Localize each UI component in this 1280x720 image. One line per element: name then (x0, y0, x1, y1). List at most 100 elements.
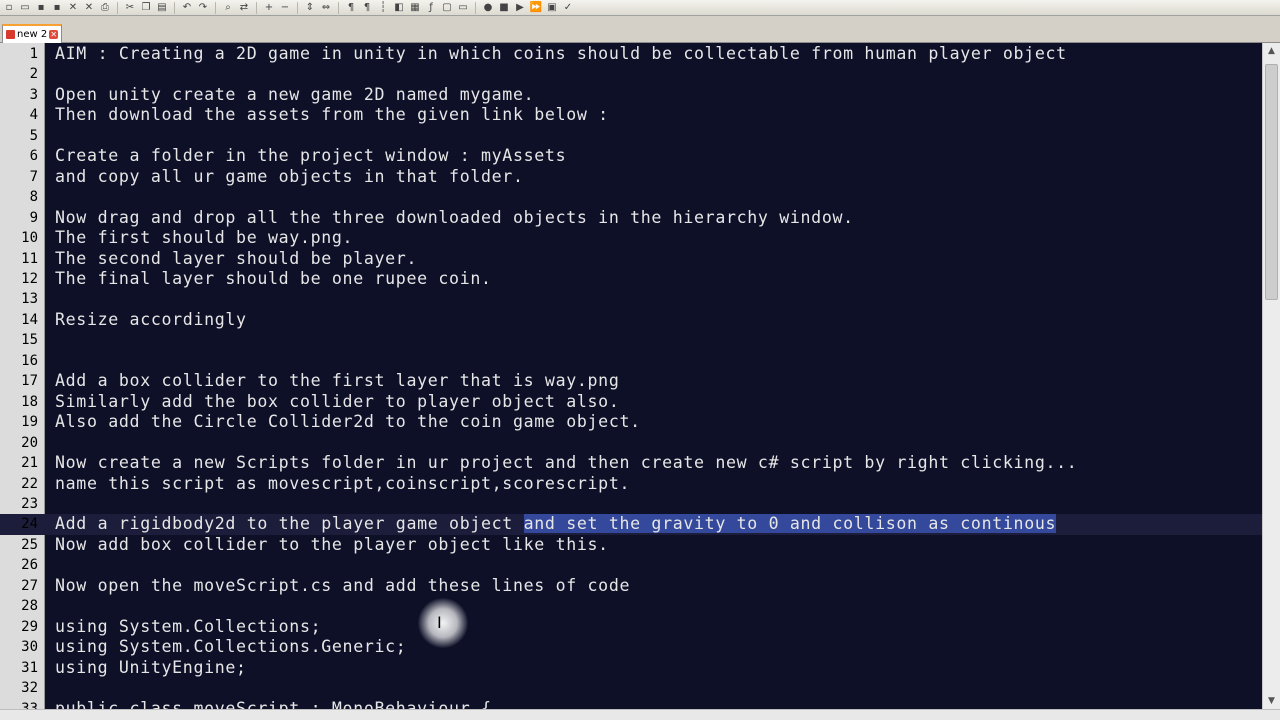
line-number: 1 (29, 46, 38, 62)
zoom-out-icon[interactable]: − (278, 2, 292, 14)
code-line[interactable]: 7 and copy all ur game objects in that fo… (0, 167, 1262, 187)
code-text-content: name this script as movescript,coinscrip… (55, 473, 631, 493)
code-line[interactable]: 4 Then download the assets from the given… (0, 105, 1262, 125)
code-line[interactable]: 13 (0, 289, 1262, 309)
code-line[interactable]: 31 using UnityEngine; (0, 658, 1262, 678)
copy-icon[interactable]: ❐ (139, 2, 153, 14)
horizontal-scrollbar[interactable] (0, 709, 1280, 720)
stop-macro-icon[interactable]: ■ (497, 2, 511, 14)
zoom-in-icon[interactable]: + (262, 2, 276, 14)
code-line[interactable]: 24 Add a rigidbody2d to the player game o… (0, 514, 1262, 535)
code-text-content: and copy all ur game objects in that fol… (55, 166, 524, 186)
code-line[interactable]: 23 (0, 494, 1262, 514)
sync-vertical-icon[interactable]: ⇕ (303, 2, 317, 14)
code-line[interactable]: 22 name this script as movescript,coinscr… (0, 474, 1262, 494)
line-number: 6 (29, 148, 38, 165)
code-text: using System.Collections; (55, 617, 321, 637)
open-file-icon[interactable]: ▭ (18, 2, 32, 14)
scroll-up-icon[interactable]: ▲ (1263, 43, 1280, 59)
code-line[interactable]: 17 Add a box collider to the first layer … (0, 371, 1262, 391)
editor-area[interactable]: 1 AIM : Creating a 2D game in unity in wh… (0, 43, 1262, 709)
folder-workspace-icon[interactable]: ▢ (440, 2, 454, 14)
toolbar-separator (215, 1, 216, 14)
code-line[interactable]: 25 Now add box collider to the player obj… (0, 535, 1262, 555)
line-number: 30 (21, 639, 38, 656)
record-macro-icon[interactable]: ● (481, 2, 495, 14)
code-line[interactable]: 8 (0, 187, 1262, 207)
code-line[interactable]: 10 The first should be way.png. (0, 228, 1262, 248)
code-line[interactable]: 19 Also add the Circle Collider2d to the … (0, 412, 1262, 432)
code-text: public class moveScript : MonoBehaviour … (55, 699, 492, 710)
code-text-content: using System.Collections; (55, 616, 322, 636)
word-wrap-icon[interactable]: ¶ (344, 2, 358, 14)
code-lines: 1 AIM : Creating a 2D game in unity in wh… (0, 44, 1262, 709)
indent-guide-icon[interactable]: ┆ (376, 2, 390, 14)
toolbar-separator (117, 1, 118, 14)
code-line[interactable]: 18 Similarly add the box collider to play… (0, 392, 1262, 412)
code-line[interactable]: 28 (0, 596, 1262, 616)
close-all-icon[interactable]: ✕ (82, 2, 96, 14)
close-icon[interactable]: ✕ (66, 2, 80, 14)
code-line[interactable]: 16 (0, 351, 1262, 371)
code-text-content: Similarly add the box collider to player… (55, 391, 620, 411)
code-text-content: Also add the Circle Collider2d to the co… (55, 412, 641, 432)
vertical-scrollbar[interactable]: ▲ ▼ (1262, 43, 1280, 709)
code-line[interactable]: 5 (0, 126, 1262, 146)
find-icon[interactable]: ⌕ (221, 2, 235, 14)
vertical-scroll-thumb[interactable] (1265, 64, 1278, 300)
line-number: 24 (21, 516, 38, 533)
code-line[interactable]: 9 Now drag and drop all the three downloa… (0, 208, 1262, 228)
line-number: 22 (21, 475, 38, 492)
save-macro-icon[interactable]: ▣ (545, 2, 559, 14)
line-number: 9 (29, 209, 38, 226)
code-line[interactable]: 12 The final layer should be one rupee co… (0, 269, 1262, 289)
code-text-content: Now drag and drop all the three download… (55, 207, 854, 227)
code-text: The second layer should be player. (55, 249, 417, 269)
doc-map-icon[interactable]: ▦ (408, 2, 422, 14)
cut-icon[interactable]: ✂ (123, 2, 137, 14)
replace-icon[interactable]: ⇄ (237, 2, 251, 14)
code-text-content: Create a folder in the project window : … (55, 146, 567, 166)
undo-icon[interactable]: ↶ (180, 2, 194, 14)
code-line[interactable]: 1 AIM : Creating a 2D game in unity in wh… (0, 44, 1262, 64)
code-line[interactable]: 14 Resize accordingly (0, 310, 1262, 330)
tab-new-2[interactable]: new 2 ✕ (2, 24, 62, 43)
scroll-down-icon[interactable]: ▼ (1263, 693, 1280, 709)
play-macro-icon[interactable]: ▶ (513, 2, 527, 14)
code-line[interactable]: 32 (0, 678, 1262, 698)
line-number: 14 (21, 311, 38, 328)
paste-icon[interactable]: ▤ (155, 2, 169, 14)
show-all-chars-icon[interactable]: ¶ (360, 2, 374, 14)
code-line[interactable]: 21 Now create a new Scripts folder in ur … (0, 453, 1262, 473)
monitor-icon[interactable]: ▭ (456, 2, 470, 14)
function-list-icon[interactable]: ƒ (424, 2, 438, 14)
code-line[interactable]: 29 using System.Collections; (0, 617, 1262, 637)
save-all-icon[interactable]: ▪ (50, 2, 64, 14)
code-line[interactable]: 33 public class moveScript : MonoBehaviou… (0, 699, 1262, 710)
sync-horizontal-icon[interactable]: ⇔ (319, 2, 333, 14)
code-line[interactable]: 2 (0, 64, 1262, 84)
line-number: 2 (29, 66, 38, 83)
print-icon[interactable]: ⎙ (98, 2, 112, 14)
code-line[interactable]: 26 (0, 555, 1262, 575)
code-line[interactable]: 6 Create a folder in the project window :… (0, 146, 1262, 166)
code-line[interactable]: 3 Open unity create a new game 2D named m… (0, 85, 1262, 105)
code-line[interactable]: 30 using System.Collections.Generic; (0, 637, 1262, 657)
code-text-content: Then download the assets from the given … (55, 105, 609, 125)
code-text: AIM : Creating a 2D game in unity in whi… (55, 44, 1067, 64)
lang-icon[interactable]: ◧ (392, 2, 406, 14)
redo-icon[interactable]: ↷ (196, 2, 210, 14)
new-file-icon[interactable]: ▫ (2, 2, 16, 14)
code-line[interactable]: 27 Now open the moveScript.cs and add the… (0, 576, 1262, 596)
save-icon[interactable]: ▪ (34, 2, 48, 14)
toolbar-separator (338, 1, 339, 14)
code-text: Create a folder in the project window : … (55, 146, 566, 166)
code-line[interactable]: 11 The second layer should be player. (0, 249, 1262, 269)
spell-check-icon[interactable]: ✓ (561, 2, 575, 14)
code-text: and copy all ur game objects in that fol… (55, 167, 524, 187)
code-text-content: The first should be way.png. (55, 228, 354, 248)
run-macro-multiple-icon[interactable]: ⏩ (529, 2, 543, 14)
close-tab-icon[interactable]: ✕ (49, 30, 59, 39)
code-line[interactable]: 15 (0, 330, 1262, 350)
code-line[interactable]: 20 (0, 433, 1262, 453)
